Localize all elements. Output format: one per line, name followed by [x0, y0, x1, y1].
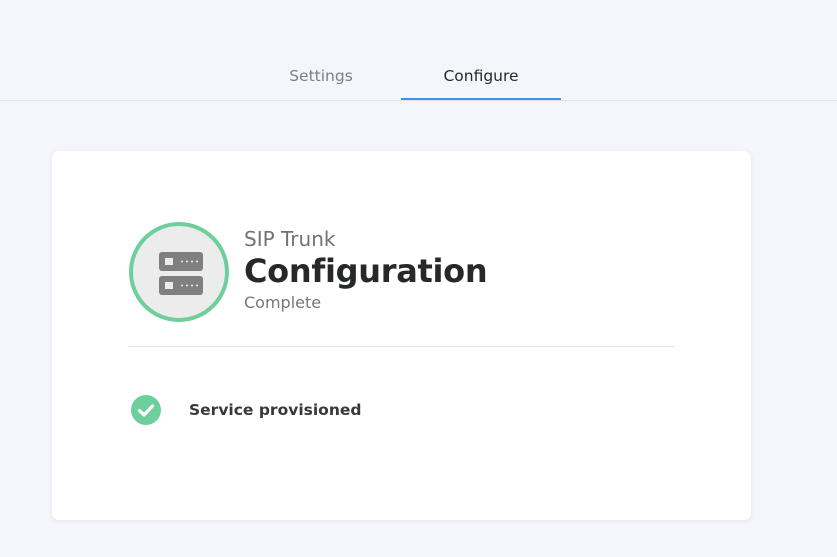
- status-ring: [129, 222, 229, 322]
- card-state: Complete: [244, 293, 322, 312]
- status-label: Service provisioned: [189, 401, 362, 419]
- divider: [128, 346, 675, 347]
- app-root: Settings Configure SIP Trunk Configurati…: [0, 0, 837, 557]
- server-icon: [159, 252, 203, 295]
- check-circle-icon: [131, 395, 161, 425]
- card-title: Configuration: [244, 252, 488, 290]
- tab-settings[interactable]: Settings: [241, 56, 401, 100]
- configuration-card: SIP Trunk Configuration Complete Service…: [52, 151, 751, 520]
- card-header: SIP Trunk Configuration Complete: [244, 227, 488, 314]
- tab-bar: Settings Configure: [0, 0, 837, 101]
- card-subtitle: SIP Trunk: [244, 227, 336, 251]
- status-item: Service provisioned: [131, 395, 361, 425]
- tab-configure[interactable]: Configure: [401, 56, 561, 100]
